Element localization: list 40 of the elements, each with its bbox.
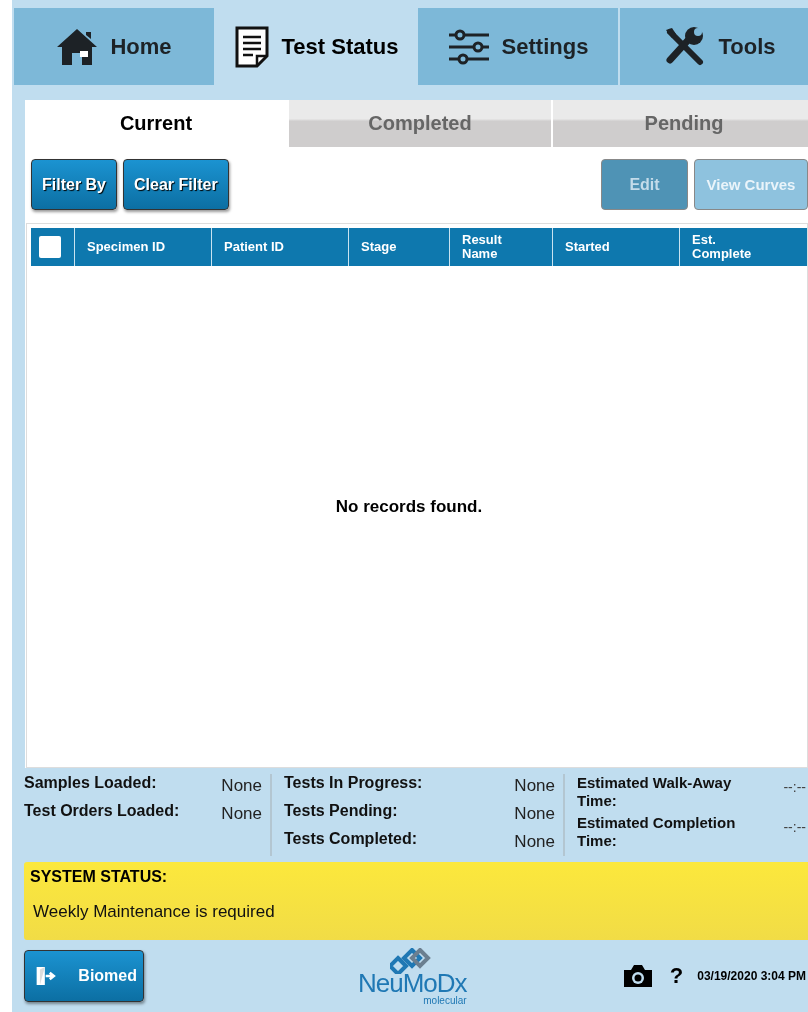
summary-label: Tests Completed: <box>284 830 418 848</box>
summary-value: --:-- <box>783 818 806 835</box>
summary-label: Samples Loaded: <box>24 774 157 792</box>
sliders-icon <box>447 27 490 66</box>
help-button[interactable]: ? <box>669 963 684 989</box>
summary-label: Test Orders Loaded: <box>24 802 180 820</box>
summary-value: --:-- <box>783 778 806 795</box>
sub-tab[interactable]: Pending <box>551 100 808 147</box>
select-all-checkbox[interactable] <box>39 236 61 258</box>
logo-subtitle: molecular <box>423 996 467 1006</box>
summary-label: Tests Pending: <box>284 802 398 820</box>
column-header[interactable]: Result Name <box>462 233 526 261</box>
column-header[interactable]: Est. Complete <box>692 233 756 261</box>
column-header[interactable]: Patient ID <box>224 240 284 254</box>
empty-message: No records found. <box>335 496 483 517</box>
summary-value: None <box>514 831 555 852</box>
filter-button[interactable]: Filter By <box>31 159 117 210</box>
biomed-button[interactable]: Biomed <box>24 950 144 1002</box>
status-title: SYSTEM STATUS: <box>30 868 168 885</box>
home-icon <box>56 26 99 67</box>
summary-value: None <box>221 803 262 824</box>
summary-label: Tests In Progress: <box>284 774 423 792</box>
status-message: Weekly Maintenance is required <box>33 902 275 921</box>
nav-tab[interactable]: Settings <box>418 8 618 85</box>
summary-value: None <box>514 803 555 824</box>
clear-filter-button[interactable]: Clear Filter <box>123 159 229 210</box>
column-header[interactable]: Specimen ID <box>87 240 166 254</box>
summary-label: Estimated Completion Time: <box>577 814 737 850</box>
column-header[interactable]: Started <box>565 240 610 254</box>
column-header[interactable]: Stage <box>361 240 397 254</box>
camera-icon[interactable] <box>621 964 654 988</box>
date-time: 03/19/2020 3:04 PM <box>697 969 806 983</box>
logo-text: NeuMoDx <box>358 970 467 996</box>
summary-label: Estimated Walk-Away Time: <box>577 774 733 810</box>
sub-tab[interactable]: Completed <box>287 100 551 147</box>
summary-value: None <box>514 775 555 796</box>
summary-value: None <box>221 775 262 796</box>
nav-tab[interactable]: Tools <box>620 8 808 85</box>
nav-tab[interactable]: Home <box>14 8 214 85</box>
document-icon <box>233 25 270 68</box>
